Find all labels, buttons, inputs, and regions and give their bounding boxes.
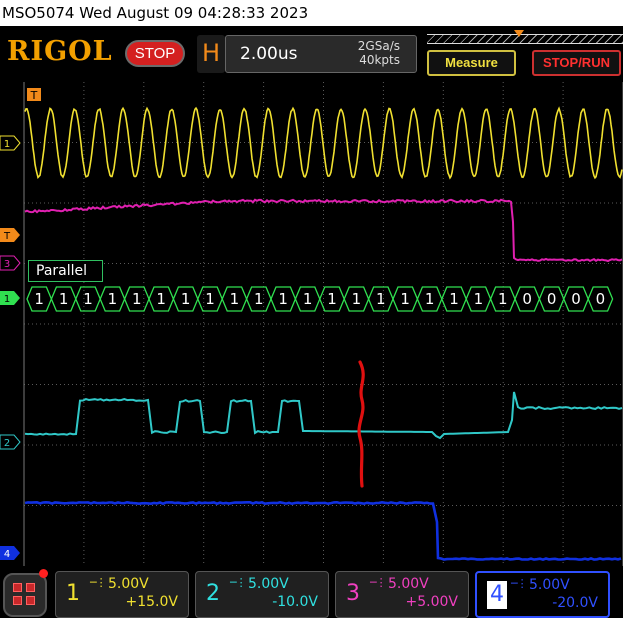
ch3-number: 3	[346, 580, 360, 608]
ch3-marker-label: 3	[4, 259, 10, 270]
rigol-logo: RIGOL	[7, 36, 113, 67]
bus-value: 1	[29, 287, 49, 311]
dc-coupling-icon: ─⋮	[511, 577, 527, 590]
ch2-settings[interactable]: 2 ─⋮ 5.00V -10.0V	[195, 571, 329, 618]
channel-bar: 1 ─⋮ 5.00V +15.0V 2 ─⋮ 5.00V -10.0V 3 ─⋮…	[0, 566, 623, 618]
bus-marker-label: 1	[4, 294, 10, 305]
dc-coupling-icon: ─⋮	[370, 576, 386, 589]
ch4-marker[interactable]: 4	[0, 546, 20, 560]
menu-grid-icon	[13, 583, 22, 592]
decode-label: Parallel	[28, 260, 103, 282]
measure-button[interactable]: Measure	[427, 50, 516, 76]
stop-run-button[interactable]: STOP/RUN	[532, 50, 621, 76]
trigger-position-marker-icon	[514, 30, 524, 37]
bus-value: 1	[151, 287, 171, 311]
ch2-marker[interactable]: 2	[0, 435, 20, 449]
main-menu-button[interactable]	[3, 573, 47, 617]
ch1-number: 1	[66, 580, 80, 608]
ch2-scale: 5.00V	[248, 576, 289, 592]
bus-value: 1	[322, 287, 342, 311]
ch1-offset: +15.0V	[126, 594, 178, 610]
waveform-svg: T 1 T 3 1 2 4	[0, 82, 623, 566]
title-text: MSO5074 Wed August 09 04:28:33 2023	[2, 4, 308, 22]
trigger-level-label: T	[3, 231, 11, 242]
bus-value: 1	[420, 287, 440, 311]
toolbar: RIGOL STOP H 2.00us 2GSa/s 40kpts Measur…	[0, 26, 623, 82]
menu-grid-icon	[26, 596, 35, 605]
ch1-marker[interactable]: 1	[0, 136, 20, 150]
bus-marker[interactable]: 1	[0, 291, 20, 305]
title-bar: MSO5074 Wed August 09 04:28:33 2023	[0, 0, 623, 26]
dc-coupling-icon: ─⋮	[230, 576, 246, 589]
bus-value: 1	[54, 287, 74, 311]
trigger-top-marker[interactable]: T	[27, 88, 41, 102]
bus-value: 1	[493, 287, 513, 311]
bus-value: 0	[542, 287, 562, 311]
bus-value: 1	[468, 287, 488, 311]
bus-value: 0	[590, 287, 610, 311]
ch1-marker-label: 1	[4, 139, 10, 150]
trigger-position-ruler	[427, 34, 623, 44]
trigger-top-label: T	[30, 89, 38, 102]
ch4-marker-label: 4	[4, 549, 10, 560]
trigger-level-marker[interactable]: T	[0, 228, 20, 242]
bus-value: 1	[200, 287, 220, 311]
waveform-display[interactable]: T 1 T 3 1 2 4 Parallel 11111111111111111…	[0, 82, 623, 566]
bus-value: 1	[346, 287, 366, 311]
ch3-scale: 5.00V	[388, 576, 429, 592]
bus-value: 1	[176, 287, 196, 311]
timebase-panel[interactable]: 2.00us 2GSa/s 40kpts	[225, 35, 417, 73]
bus-value: 1	[273, 287, 293, 311]
ch2-offset: -10.0V	[272, 594, 318, 610]
bus-value: 0	[517, 287, 537, 311]
ch1-settings[interactable]: 1 ─⋮ 5.00V +15.0V	[55, 571, 189, 618]
run-state-badge[interactable]: STOP	[125, 40, 185, 67]
bus-value: 1	[444, 287, 464, 311]
ch2-number: 2	[206, 580, 220, 608]
bus-value: 1	[224, 287, 244, 311]
horizontal-label[interactable]: H	[197, 35, 225, 73]
bus-value: 1	[371, 287, 391, 311]
ch3-settings[interactable]: 3 ─⋮ 5.00V +5.00V	[335, 571, 469, 618]
memory-depth: 40kpts	[359, 53, 400, 67]
bus-value: 0	[566, 287, 586, 311]
dc-coupling-icon: ─⋮	[90, 576, 106, 589]
timebase-value: 2.00us	[240, 44, 297, 64]
bus-value: 1	[127, 287, 147, 311]
bus-value: 1	[298, 287, 318, 311]
ch1-scale: 5.00V	[108, 576, 149, 592]
red-annotation-stroke	[359, 362, 363, 486]
bus-value: 1	[102, 287, 122, 311]
ch4-number: 4	[487, 581, 507, 609]
menu-grid-icon	[26, 583, 35, 592]
bus-value: 1	[249, 287, 269, 311]
ch3-offset: +5.00V	[406, 594, 458, 610]
ch2-marker-label: 2	[4, 438, 10, 449]
ch4-scale: 5.00V	[529, 577, 570, 593]
ch3-marker[interactable]: 3	[0, 256, 20, 270]
ch4-offset: -20.0V	[552, 595, 598, 611]
sample-rate: 2GSa/s	[358, 39, 400, 53]
menu-grid-icon	[13, 596, 22, 605]
bus-value: 1	[78, 287, 98, 311]
ch4-settings[interactable]: 4 ─⋮ 5.00V -20.0V	[475, 571, 610, 618]
bus-value: 1	[395, 287, 415, 311]
notification-dot-icon	[39, 569, 48, 578]
